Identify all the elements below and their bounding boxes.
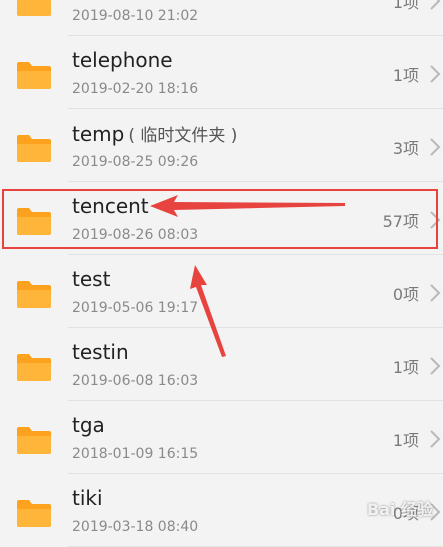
file-name: tga [72,413,109,437]
folder-icon [17,427,51,454]
chevron-right-icon [430,0,441,10]
file-row[interactable]: tiki 2019-03-18 08:40 0项 [0,474,443,547]
file-date: 2019-02-20 18:16 [72,81,199,97]
item-count: 0项 [392,504,419,523]
item-count: 1项 [392,431,419,450]
folder-icon [17,208,51,235]
file-row[interactable]: temp( 临时文件夹 ) 2019-08-25 09:26 3项 [0,109,443,182]
file-name-text: testin [72,340,129,364]
item-count: 3项 [392,139,419,158]
folder-icon [17,0,51,16]
file-row[interactable]: tga 2018-01-09 16:15 1项 [0,401,443,474]
item-count: 1项 [392,0,419,12]
file-row[interactable]: telephone 2019-02-20 18:16 1项 [0,36,443,109]
file-date: 2019-06-08 16:03 [72,373,199,389]
file-name: tencent [72,194,153,218]
item-count: 0项 [392,285,419,304]
chevron-right-icon [430,211,441,229]
folder-icon [17,281,51,308]
item-count: 1项 [392,358,419,377]
chevron-right-icon [430,284,441,302]
chevron-right-icon [430,503,441,521]
file-list: 2019-08-10 21:02 1项 telephone 2019-02-20 18… [0,0,443,547]
file-note: ( 临时文件夹 ) [128,126,238,146]
file-name-text: telephone [72,48,173,72]
file-name-text: temp [72,122,125,146]
file-date: 2019-08-26 08:03 [72,227,199,243]
folder-icon [17,135,51,162]
item-count: 57项 [382,212,419,231]
file-date: 2018-01-09 16:15 [72,446,199,462]
chevron-right-icon [430,357,441,375]
file-date: 2019-08-25 09:26 [72,154,199,170]
file-name: temp( 临时文件夹 ) [72,121,237,146]
file-name: telephone [72,48,177,72]
file-name: tiki [72,486,107,510]
file-date: 2019-05-06 19:17 [72,300,199,316]
file-date: 2019-08-10 21:02 [72,8,199,24]
file-name: test [72,267,114,291]
file-row[interactable]: test 2019-05-06 19:17 0项 [0,255,443,328]
file-name: testin [72,340,133,364]
file-date: 2019-03-18 08:40 [72,519,199,535]
chevron-right-icon [430,138,441,156]
chevron-right-icon [430,430,441,448]
file-name-text: tga [72,413,105,437]
file-name-text: test [72,267,111,291]
file-row[interactable]: testin 2019-06-08 16:03 1项 [0,328,443,401]
item-count: 1项 [392,66,419,85]
file-name-text: tencent [72,194,149,218]
file-name-text: tiki [72,486,103,510]
file-row[interactable]: tencent 2019-08-26 08:03 57项 [0,182,443,255]
folder-icon [17,500,51,527]
folder-icon [17,354,51,381]
file-row[interactable]: 2019-08-10 21:02 1项 [0,0,443,36]
folder-icon [17,62,51,89]
chevron-right-icon [430,65,441,83]
